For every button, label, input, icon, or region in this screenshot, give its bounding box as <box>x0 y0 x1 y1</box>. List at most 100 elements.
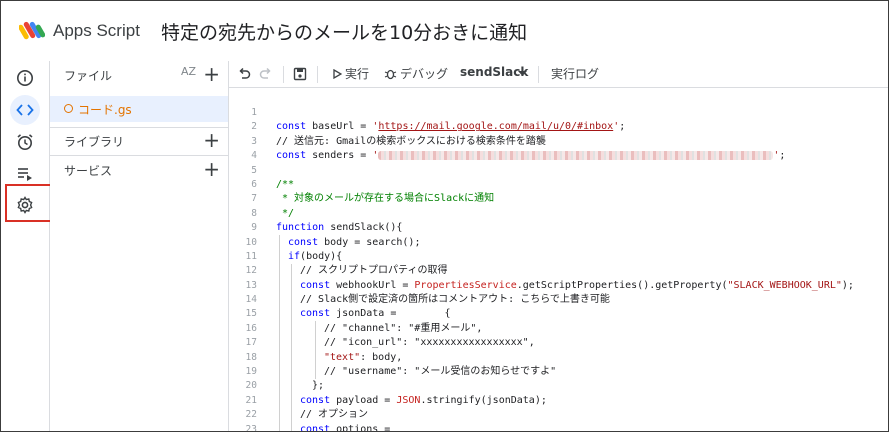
line-number: 7 <box>251 193 257 205</box>
redo-icon[interactable] <box>259 67 273 81</box>
toolbar-separator <box>538 66 539 83</box>
files-panel: ファイル AZ + コード.gs ライブラリ + サービス + <box>50 61 229 431</box>
line-number: 20 <box>245 380 257 392</box>
code-line: */ <box>276 207 295 219</box>
apps-script-window: Apps Script 特定の宛先からのメールを10分おきに通知 ファイル AZ… <box>0 0 889 432</box>
line-number: 9 <box>251 222 257 234</box>
line-number: 15 <box>245 308 257 320</box>
function-select[interactable]: sendSlack <box>460 61 530 87</box>
code-line: // 送信元: Gmailの検索ボックスにおける検索条件を踏襲 <box>276 135 546 147</box>
file-item-code-gs[interactable]: コード.gs <box>50 96 228 122</box>
apps-script-logo-icon <box>19 21 45 40</box>
code-area[interactable]: 1 2 3 4 5 6 7 8 9 10 11 12 13 14 15 16 1… <box>229 88 888 432</box>
triggers-button[interactable] <box>10 127 40 157</box>
code-line: const options = <box>276 423 886 432</box>
line-number: 4 <box>251 150 257 162</box>
file-name: コード.gs <box>78 103 132 117</box>
code-line: const jsonData = { <box>276 307 886 321</box>
code-editor-icon <box>16 104 34 116</box>
info-icon <box>17 70 33 86</box>
line-number: 5 <box>251 164 257 176</box>
libraries-label: ライブラリ <box>64 135 125 149</box>
sort-az-icon[interactable]: AZ <box>181 65 196 78</box>
code-lines: const baseUrl = 'https://mail.google.com… <box>276 106 886 432</box>
line-number-gutter: 1 2 3 4 5 6 7 8 9 10 11 12 13 14 15 16 1… <box>229 106 257 432</box>
play-icon <box>333 69 342 79</box>
code-token: const <box>300 279 331 291</box>
undo-icon[interactable] <box>237 67 251 81</box>
libraries-row: ライブラリ + <box>50 129 228 155</box>
code-editor[interactable]: 1 2 3 4 5 6 7 8 9 10 11 12 13 14 15 16 1… <box>229 88 888 432</box>
code-line: // "icon_url": "xxxxxxxxxxxxxxxxx", <box>324 337 535 349</box>
left-nav-rail <box>1 61 52 431</box>
code-line: const baseUrl = 'https://mail.google.com… <box>276 120 886 134</box>
alarm-clock-triggers-icon <box>17 134 33 150</box>
code-line: * 対象のメールが存在する場合にSlackに通知 <box>276 193 495 205</box>
code-token: const <box>276 150 307 162</box>
code-line: // オプション <box>300 409 369 421</box>
code-line: /** <box>276 178 295 190</box>
code-line: const body = search(); <box>276 236 886 250</box>
line-number: 10 <box>245 236 257 248</box>
code-token: sendSlack(){ <box>324 222 403 234</box>
execution-log-button[interactable]: 実行ログ <box>551 65 599 82</box>
code-token: const <box>300 423 331 432</box>
code-line: // "username": "メール受信のお知らせですよ" <box>324 366 557 378</box>
add-file-button[interactable]: + <box>203 64 220 84</box>
code-token: "text" <box>324 351 361 363</box>
code-token: .stringify(jsonData); <box>420 394 547 406</box>
line-number: 6 <box>251 178 257 190</box>
line-number: 1 <box>251 107 257 118</box>
toolbar-separator <box>283 66 284 83</box>
line-number: 14 <box>245 294 257 306</box>
toolbar-separator <box>317 66 318 83</box>
code-line: const senders = ' '; <box>276 149 886 163</box>
line-number: 3 <box>251 135 257 147</box>
editor-toolbar: 実行 デバッグ sendSlack 実行ログ <box>229 61 888 88</box>
code-line: function sendSlack(){ <box>276 221 886 235</box>
code-url: https://mail.google.com/mail/u/0/#inbox <box>378 121 614 133</box>
code-line: const payload = JSON.stringify(jsonData)… <box>276 394 886 408</box>
code-token: const <box>300 394 331 406</box>
files-header: ファイル AZ + <box>50 61 228 87</box>
code-line: "text": body, <box>276 351 886 365</box>
code-token: baseUrl = <box>306 121 373 133</box>
services-row: サービス + <box>50 158 228 184</box>
overview-button[interactable] <box>10 63 40 93</box>
files-title: ファイル <box>64 69 113 83</box>
code-token: function <box>276 222 325 234</box>
code-token: const <box>300 308 331 320</box>
line-number: 16 <box>245 322 257 334</box>
save-icon[interactable] <box>293 67 307 81</box>
line-number: 13 <box>245 279 257 291</box>
debug-bug-icon <box>384 69 397 80</box>
add-service-button[interactable]: + <box>203 159 220 179</box>
project-title[interactable]: 特定の宛先からのメールを10分おきに通知 <box>161 18 527 45</box>
code-token: .getScriptProperties().getProperty( <box>516 279 728 291</box>
code-line: // Slack側で設定済の箇所はコメントアウト: こちらで上書き可能 <box>300 294 610 306</box>
line-number: 23 <box>245 423 257 432</box>
executions-icon <box>18 168 32 181</box>
code-line: // "channel": "#重用メール", <box>324 322 483 334</box>
editor-button[interactable] <box>10 95 40 125</box>
code-token: (body){ <box>300 250 343 262</box>
app-name: Apps Script <box>53 21 140 40</box>
line-number: 17 <box>245 337 257 349</box>
code-token: webhookUrl = <box>330 279 415 291</box>
line-number: 19 <box>245 366 257 378</box>
line-number: 8 <box>251 207 257 219</box>
code-line: }; <box>312 380 325 392</box>
add-library-button[interactable]: + <box>203 130 220 150</box>
code-line: if(body){ <box>276 250 886 264</box>
redacted-senders-blur <box>378 150 774 160</box>
code-token: payload = <box>330 394 397 406</box>
file-modified-dot-icon <box>64 104 73 113</box>
code-token: PropertiesService <box>414 279 517 291</box>
debug-label: デバッグ <box>400 67 449 81</box>
code-token: senders = <box>306 150 373 162</box>
code-token: if <box>288 250 301 262</box>
line-number: 18 <box>245 351 257 363</box>
line-number: 11 <box>245 250 257 262</box>
run-label: 実行 <box>345 67 370 81</box>
